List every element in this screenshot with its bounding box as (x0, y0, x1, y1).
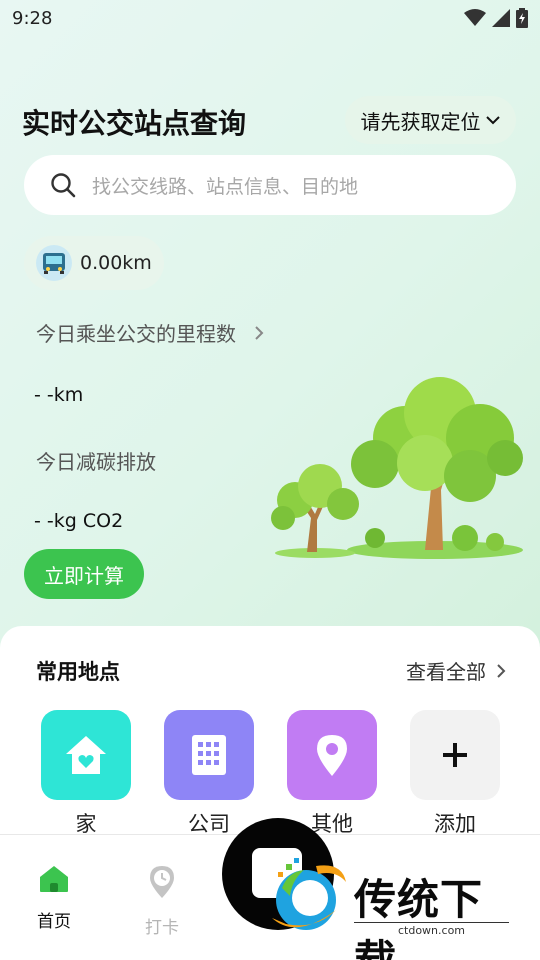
place-add[interactable]: 添加 (410, 710, 500, 838)
bus-icon (36, 245, 72, 281)
tab-home-label: 首页 (37, 912, 71, 932)
chevron-right-icon (255, 325, 264, 340)
carbon-label: 今日减碳排放 (36, 450, 156, 474)
place-home[interactable]: 家 (41, 710, 131, 838)
status-bar: 9:28 (0, 0, 540, 36)
place-other[interactable]: 其他 (287, 710, 377, 838)
plus-icon (410, 710, 500, 800)
carbon-value: - -kg CO2 (34, 510, 124, 532)
wifi-icon (464, 9, 486, 26)
place-company[interactable]: 公司 (164, 710, 254, 838)
mileage-value: - -km (34, 384, 84, 406)
watermark-emblem-icon (272, 858, 346, 930)
chevron-down-icon (485, 116, 500, 125)
tab-checkin[interactable]: 打卡 (122, 865, 202, 938)
get-location-label: 请先获取定位 (360, 109, 481, 134)
tree-illustration (271, 377, 523, 559)
mileage-label: 今日乘坐公交的里程数 (36, 322, 236, 346)
status-icons (464, 8, 528, 28)
distance-value: 0.00km (80, 252, 152, 274)
view-all-label: 查看全部 (406, 660, 486, 684)
watermark-logo: 传统下载 ctdown.com (266, 858, 516, 960)
search-placeholder: 找公交线路、站点信息、目的地 (92, 175, 359, 198)
building-icon (164, 710, 254, 800)
mileage-link[interactable]: 今日乘坐公交的里程数 (36, 318, 264, 347)
distance-chip: 0.00km (24, 236, 164, 290)
chevron-right-icon (497, 663, 506, 678)
status-time: 9:28 (12, 8, 53, 29)
get-location-button[interactable]: 请先获取定位 (345, 96, 516, 144)
battery-icon (516, 8, 528, 28)
search-input[interactable]: 找公交线路、站点信息、目的地 (24, 155, 516, 215)
location-pin-icon (287, 710, 377, 800)
page-title: 实时公交站点查询 (22, 107, 247, 140)
watermark-url: ctdown.com (354, 922, 509, 937)
home-icon (40, 866, 68, 892)
home-icon (41, 710, 131, 800)
clock-pin-icon (150, 866, 174, 898)
tab-home[interactable]: 首页 (14, 865, 94, 932)
watermark-brand: 传统下载 (354, 875, 484, 960)
search-icon (51, 173, 76, 198)
calculate-button[interactable]: 立即计算 (24, 549, 144, 599)
signal-icon (492, 9, 510, 27)
tab-checkin-label: 打卡 (145, 918, 179, 938)
view-all-link[interactable]: 查看全部 (406, 656, 506, 685)
favorites-title: 常用地点 (36, 660, 120, 684)
